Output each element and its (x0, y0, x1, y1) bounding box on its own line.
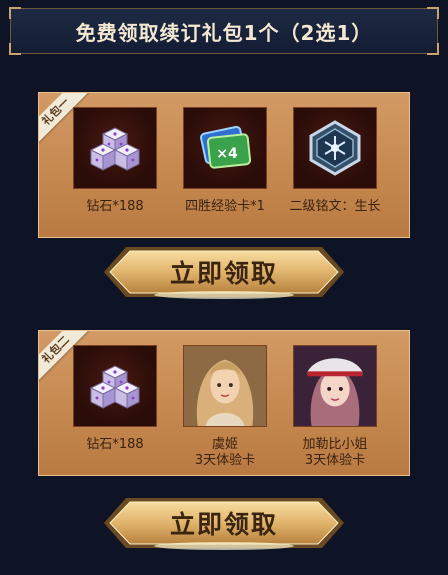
reward-name: 四胜经验卡*1 (185, 199, 265, 214)
claim-button-pack-2[interactable]: 立即领取 (104, 492, 344, 554)
reward-item-inscription[interactable]: 二级铭文：生长 (280, 107, 390, 215)
reward-frame (183, 345, 267, 427)
diamond-dice-icon (89, 127, 141, 171)
diamond-dice-icon (89, 365, 141, 409)
hero-name: 加勒比小姐 (302, 437, 368, 452)
hero-portrait-yuji (184, 346, 266, 426)
claim-button-pack-1[interactable]: 立即领取 (104, 241, 344, 303)
reward-item-diamond[interactable]: 钻石*188 (60, 345, 170, 453)
reward-name: 二级铭文：生长 (289, 199, 381, 214)
claim-button-label: 立即领取 (169, 259, 278, 288)
reward-name: 钻石*188 (86, 437, 144, 452)
reward-frame (73, 107, 157, 189)
claim-button-label: 立即领取 (169, 510, 278, 539)
corner-ornament (9, 7, 21, 19)
reward-item-hero-jiaqinbi[interactable]: 加勒比小姐 3天体验卡 (280, 345, 390, 469)
reward-frame (293, 107, 377, 189)
corner-ornament (427, 43, 439, 55)
svg-text:×4: ×4 (216, 146, 238, 162)
reward-item-diamond[interactable]: 钻石*188 (60, 107, 170, 215)
hero-name: 虞姬 (211, 437, 238, 452)
reward-item-hero-yuji[interactable]: 虞姬 3天体验卡 (170, 345, 280, 469)
trial-duration: 3天体验卡 (304, 453, 366, 468)
corner-ornament (427, 7, 439, 19)
reward-name: 加勒比小姐 3天体验卡 (280, 437, 390, 469)
reward-frame (73, 345, 157, 427)
reward-item-exp-card[interactable]: ×4 四胜经验卡*1 (170, 107, 280, 215)
gift-pack-2: 礼包二 钻石*188 虞姬 3天体验卡 加勒比小姐 3天体验卡 (38, 330, 410, 476)
trial-duration: 3天体验卡 (194, 453, 256, 468)
reward-frame: ×4 (183, 107, 267, 189)
reward-name: 虞姬 3天体验卡 (170, 437, 280, 469)
gift-pack-1: 礼包一 钻石*188 ×4 四胜经验卡*1 二级铭文：生长 (38, 92, 410, 238)
inscription-emblem-icon (309, 120, 361, 176)
hero-portrait-jiaqinbi (294, 346, 376, 426)
page-title: 免费领取续订礼包1个（2选1） (75, 20, 373, 45)
corner-ornament (9, 43, 21, 55)
exp-card-icon: ×4 (200, 125, 252, 169)
reward-frame (293, 345, 377, 427)
title-bar: 免费领取续订礼包1个（2选1） (9, 7, 439, 55)
reward-name: 钻石*188 (86, 199, 144, 214)
